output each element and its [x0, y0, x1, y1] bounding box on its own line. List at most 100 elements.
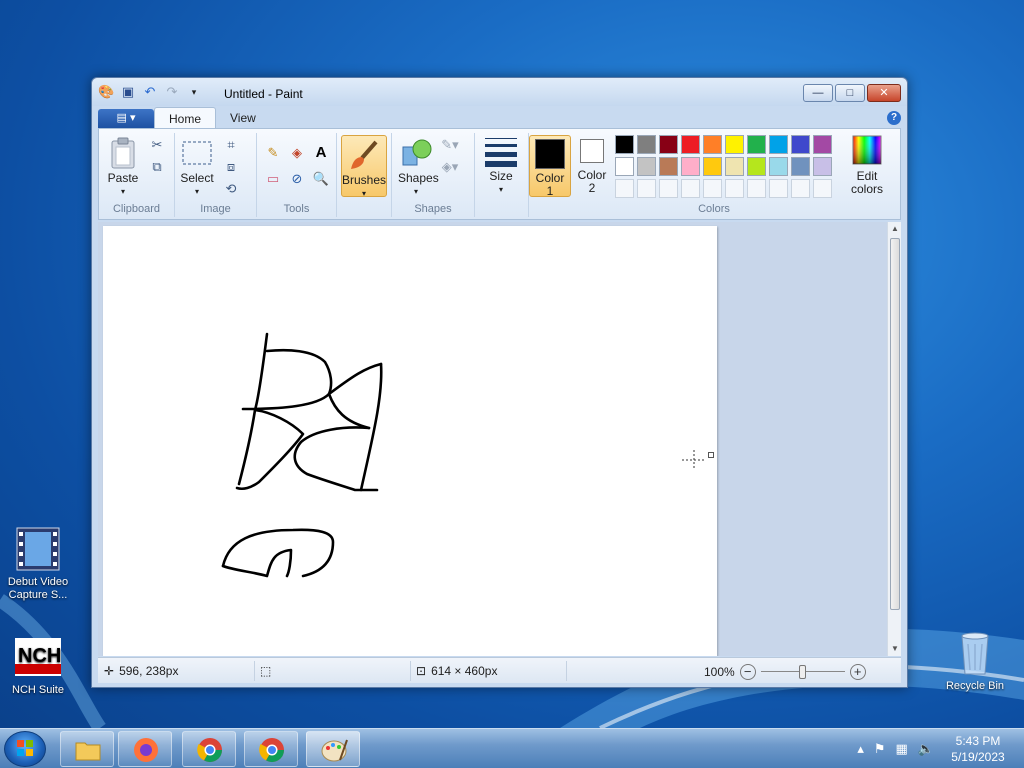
palette-swatch[interactable]	[659, 157, 678, 176]
color2-button[interactable]: Color 2	[573, 135, 611, 195]
scroll-down-icon[interactable]: ▼	[888, 642, 902, 656]
palette-swatch[interactable]	[637, 135, 656, 154]
brushes-button[interactable]: Brushes ▾	[341, 135, 387, 198]
title-bar[interactable]: 🎨 ▣ ↶ ↷ ▾ Untitled - Paint — □ ✕	[92, 78, 907, 106]
clock-date: 5/19/2023	[951, 750, 1005, 764]
palette-swatch[interactable]	[681, 135, 700, 154]
palette-swatch[interactable]	[615, 157, 634, 176]
maximize-button[interactable]: □	[835, 84, 865, 102]
palette-swatch[interactable]	[813, 135, 832, 154]
line-size-icon	[485, 135, 517, 167]
palette-swatch[interactable]	[725, 135, 744, 154]
desktop-icon-label: Recycle Bin	[945, 680, 1005, 692]
close-button[interactable]: ✕	[867, 84, 901, 102]
redo-icon[interactable]: ↷	[164, 84, 180, 100]
magnifier-icon[interactable]: 🔍	[311, 169, 331, 189]
palette-swatch[interactable]	[681, 157, 700, 176]
custom-color-slot[interactable]	[681, 179, 700, 198]
palette-swatch[interactable]	[637, 157, 656, 176]
desktop-icon-nch-suite[interactable]: NCH NCH Suite	[0, 636, 76, 697]
desktop-icon-debut[interactable]: Debut Video Capture S...	[0, 526, 76, 602]
custom-color-slot[interactable]	[769, 179, 788, 198]
rotate-icon[interactable]: ⟲	[221, 179, 241, 199]
file-menu-button[interactable]: ▤ ▾	[98, 109, 154, 129]
custom-color-slot[interactable]	[703, 179, 722, 198]
zoom-out-button[interactable]: −	[739, 664, 756, 680]
text-tool-icon[interactable]: A	[311, 143, 331, 163]
palette-swatch[interactable]	[769, 135, 788, 154]
fill-bucket-icon[interactable]: ◈	[287, 143, 307, 163]
zoom-slider[interactable]	[760, 665, 845, 679]
palette-swatch[interactable]	[615, 135, 634, 154]
select-button[interactable]: Select ▾	[179, 137, 215, 198]
taskbar-firefox[interactable]	[118, 731, 172, 767]
group-colors: Color 1 Color 2 Edit colors Colors	[529, 133, 899, 217]
palette-swatch[interactable]	[703, 157, 722, 176]
taskbar-explorer[interactable]	[60, 731, 114, 767]
palette-swatch[interactable]	[747, 157, 766, 176]
edit-colors-button[interactable]: Edit colors	[845, 135, 889, 196]
palette-swatch[interactable]	[659, 135, 678, 154]
crop-icon[interactable]: ⌗	[221, 135, 241, 155]
palette-swatch[interactable]	[703, 135, 722, 154]
window-title: Untitled - Paint	[224, 87, 303, 101]
size-button[interactable]: Size ▾	[483, 135, 519, 196]
resize-icon[interactable]: ⧈	[221, 157, 241, 177]
palette-swatch[interactable]	[747, 135, 766, 154]
recycle-bin-icon	[952, 630, 998, 676]
zoom-in-button[interactable]: +	[849, 664, 866, 680]
shapes-button[interactable]: Shapes ▾	[398, 137, 439, 198]
eraser-icon[interactable]: ▭	[263, 169, 283, 189]
vertical-scrollbar[interactable]: ▲ ▼	[887, 222, 901, 656]
system-tray: ▴ ⚑ ▦ 🔈	[857, 741, 934, 757]
nch-logo-icon: NCH	[15, 636, 61, 680]
outline-icon[interactable]: ✎▾	[440, 135, 460, 155]
group-label-image: Image	[200, 203, 231, 215]
paste-label: Paste	[107, 171, 139, 185]
taskbar-chrome-2[interactable]	[244, 731, 298, 767]
palette-swatch[interactable]	[725, 157, 744, 176]
canvas-resize-handle[interactable]	[708, 452, 714, 458]
scroll-up-icon[interactable]: ▲	[888, 222, 902, 236]
palette-swatch[interactable]	[791, 157, 810, 176]
scroll-thumb[interactable]	[890, 238, 900, 610]
zoom-slider-thumb[interactable]	[798, 665, 806, 679]
help-icon[interactable]: ?	[887, 111, 901, 125]
cut-icon[interactable]: ✂	[147, 135, 167, 155]
custom-color-slot[interactable]	[747, 179, 766, 198]
tab-home[interactable]: Home	[154, 107, 217, 129]
undo-icon[interactable]: ↶	[142, 84, 158, 100]
tab-view[interactable]: View	[216, 107, 270, 129]
minimize-button[interactable]: —	[803, 84, 833, 102]
network-icon[interactable]: ▦	[896, 741, 908, 757]
desktop-icon-recycle-bin[interactable]: Recycle Bin	[937, 630, 1013, 693]
palette-swatch[interactable]	[813, 157, 832, 176]
custom-color-slot[interactable]	[615, 179, 634, 198]
taskbar-paint[interactable]	[306, 731, 360, 767]
fill-icon[interactable]: ◈▾	[440, 157, 460, 177]
palette-swatch[interactable]	[791, 135, 810, 154]
save-icon[interactable]: ▣	[120, 84, 136, 100]
clock[interactable]: 5:43 PM 5/19/2023	[938, 733, 1018, 765]
custom-color-slot[interactable]	[791, 179, 810, 198]
copy-icon[interactable]: ⧉	[147, 157, 167, 177]
custom-color-slot[interactable]	[659, 179, 678, 198]
rainbow-icon	[851, 135, 883, 167]
color1-button[interactable]: Color 1	[529, 135, 571, 198]
color-picker-icon[interactable]: ⊘	[287, 169, 307, 189]
pencil-icon[interactable]: ✎	[263, 143, 283, 163]
volume-muted-icon[interactable]: 🔈	[918, 741, 934, 757]
show-hidden-icons-icon[interactable]: ▴	[857, 741, 864, 757]
action-center-flag-icon[interactable]: ⚑	[874, 741, 886, 757]
palette-swatch[interactable]	[769, 157, 788, 176]
canvas-size: 614 × 460px	[431, 664, 498, 678]
start-button[interactable]	[4, 731, 46, 767]
drawing-canvas[interactable]	[103, 226, 717, 656]
paint-app-icon[interactable]: 🎨	[98, 84, 114, 100]
custom-color-slot[interactable]	[725, 179, 744, 198]
customize-qat-icon[interactable]: ▾	[186, 84, 202, 100]
taskbar-chrome-1[interactable]	[182, 731, 236, 767]
paste-button[interactable]: Paste ▾	[105, 137, 141, 198]
custom-color-slot[interactable]	[813, 179, 832, 198]
custom-color-slot[interactable]	[637, 179, 656, 198]
